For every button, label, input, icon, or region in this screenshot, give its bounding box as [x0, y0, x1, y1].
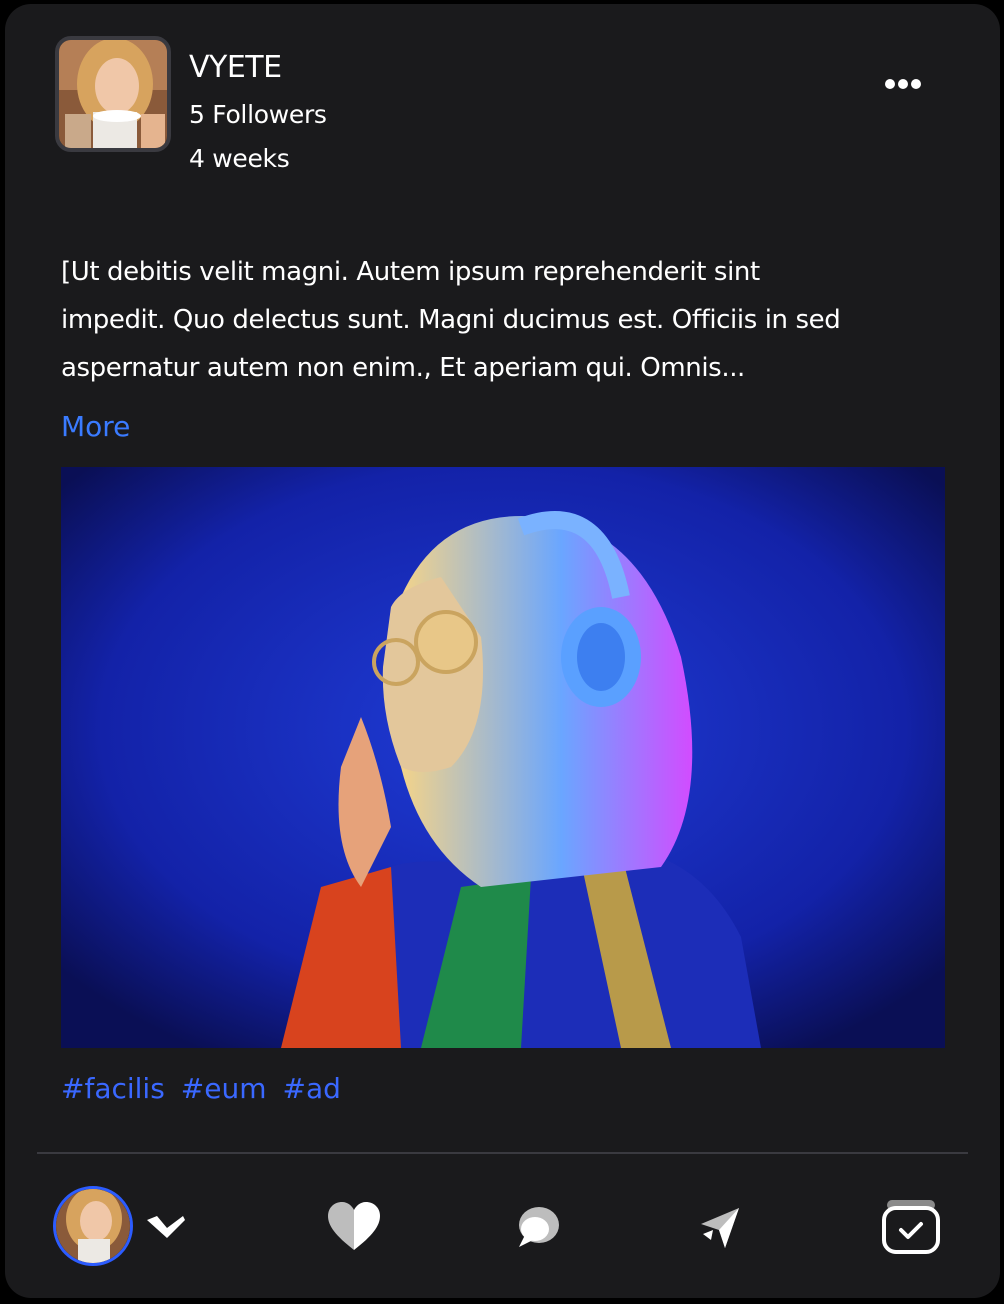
post-text-line: impedit. Quo delectus sunt. Magni ducimu…	[61, 305, 841, 335]
action-divider	[37, 1152, 968, 1154]
hashtag[interactable]: #facilis	[61, 1072, 165, 1105]
save-icon[interactable]	[881, 1198, 941, 1256]
post-text-line: aspernatur autem non enim., Et aperiam q…	[61, 353, 745, 383]
heart-icon[interactable]	[326, 1200, 382, 1252]
author-name[interactable]: VYETE	[189, 50, 282, 85]
hashtag-list: #facilis #eum #ad	[61, 1072, 341, 1105]
more-options-icon[interactable]	[873, 66, 943, 102]
post-photo	[61, 467, 945, 1048]
post-text-line: [Ut debitis velit magni. Autem ipsum rep…	[61, 257, 760, 287]
reaction-avatar[interactable]	[53, 1186, 133, 1266]
author-avatar[interactable]	[55, 36, 171, 152]
post-card: VYETE 5 Followers 4 weeks [Ut debitis ve…	[5, 4, 1000, 1298]
author-photo	[59, 40, 167, 148]
hashtag[interactable]: #eum	[181, 1072, 267, 1105]
post-body: [Ut debitis velit magni. Autem ipsum rep…	[61, 248, 941, 392]
follower-count: 5 Followers	[189, 100, 327, 129]
reaction-selector-icon[interactable]	[145, 1212, 189, 1242]
hashtag[interactable]: #ad	[283, 1072, 341, 1105]
share-icon[interactable]	[697, 1204, 743, 1250]
post-image[interactable]	[61, 467, 945, 1048]
post-timestamp: 4 weeks	[189, 144, 290, 173]
comment-icon[interactable]	[515, 1205, 561, 1249]
read-more-link[interactable]: More	[61, 410, 130, 443]
